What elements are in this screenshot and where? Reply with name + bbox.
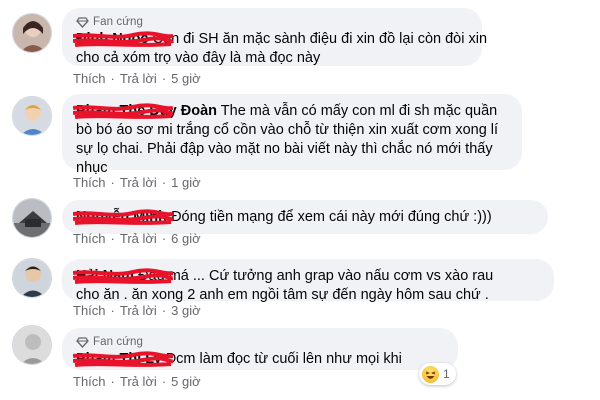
like-action[interactable]: Thích <box>73 231 106 246</box>
comment-line: Nguyễn Minh Đóng tiền mạng để xem cái nà… <box>73 208 534 227</box>
reaction-count-label: 1 <box>443 367 450 381</box>
fan-badge-label: Fan cứng <box>93 16 144 28</box>
like-action[interactable]: Thích <box>73 374 106 389</box>
comment-actions: Thích · Trả lời · 5 giờ <box>73 374 201 389</box>
comment-time[interactable]: 6 giờ <box>171 231 201 246</box>
comment-bubble: Nguyễn Minh Đóng tiền mạng để xem cái nà… <box>62 200 548 234</box>
avatar[interactable] <box>12 198 52 238</box>
comment-line: Hải Nam Đậu má ... Cứ tưởng anh grap vào… <box>73 267 540 286</box>
reply-action[interactable]: Trả lời <box>120 175 157 190</box>
comment-line: bò bó áo sơ mi trắng cổ cồn vào chỗ từ t… <box>76 122 499 138</box>
commenter-name[interactable]: Phạm Thế Duy Đoàn <box>73 102 217 121</box>
comment-time[interactable]: 5 giờ <box>171 71 201 86</box>
commenter-name[interactable]: Đinh Ngọc <box>73 30 173 49</box>
commenter-name[interactable]: Phạm Thị Ly <box>73 350 173 369</box>
diamond-icon <box>76 16 89 28</box>
comment-bubble: Phạm Thế Duy Đoàn The mà vẫn có mấy con … <box>62 94 522 176</box>
comment-time[interactable]: 3 giờ <box>171 303 201 318</box>
redaction-scribble <box>73 209 173 225</box>
comment-actions: Thích · Trả lời · 3 giờ <box>73 303 201 318</box>
avatar[interactable] <box>12 13 52 53</box>
reply-action[interactable]: Trả lời <box>120 374 157 389</box>
comment-time[interactable]: 5 giờ <box>171 374 201 389</box>
like-action[interactable]: Thích <box>73 71 106 86</box>
diamond-icon <box>76 336 89 348</box>
reply-action[interactable]: Trả lời <box>120 231 157 246</box>
comment-actions: Thích · Trả lời · 1 giờ <box>73 175 201 190</box>
comment-bubble: Fan cứng Đinh Ngọc Con đi SH ăn mặc sành… <box>62 8 487 66</box>
comment-time[interactable]: 1 giờ <box>171 175 201 190</box>
fan-badge-label: Fan cứng <box>93 336 144 348</box>
reply-action[interactable]: Trả lời <box>120 71 157 86</box>
avatar[interactable] <box>12 258 52 298</box>
comment-line: sự lọ chai. Phải đập vào mặt no bài viết… <box>76 141 493 157</box>
redaction-scribble <box>73 103 173 119</box>
comment-actions: Thích · Trả lời · 5 giờ <box>73 71 201 86</box>
comment-line: cho cả xóm trọ vào đây là mà đọc này <box>76 50 321 66</box>
redaction-scribble <box>73 31 173 47</box>
comment-actions: Thích · Trả lời · 6 giờ <box>73 231 201 246</box>
fan-badge: Fan cứng <box>76 16 468 28</box>
reaction-count[interactable]: 1 <box>419 363 456 385</box>
comment-line: Đinh Ngọc Con đi SH ăn mặc sành điệu đi … <box>73 30 487 49</box>
comment-bubble: Fan cứng Phạm Thị Ly Dcm làm đọc từ cuối… <box>62 328 458 370</box>
redaction-scribble <box>73 351 173 367</box>
reply-action[interactable]: Trả lời <box>120 303 157 318</box>
like-action[interactable]: Thích <box>73 303 106 318</box>
comment-line: Phạm Thế Duy Đoàn The mà vẫn có mấy con … <box>73 102 508 121</box>
commenter-name[interactable]: Nguyễn Minh <box>73 208 173 227</box>
fan-badge: Fan cứng <box>76 336 444 348</box>
like-action[interactable]: Thích <box>73 175 106 190</box>
comment-bubble: Hải Nam Đậu má ... Cứ tưởng anh grap vào… <box>62 259 554 303</box>
commenter-name[interactable]: Hải Nam <box>73 267 173 286</box>
avatar[interactable] <box>12 325 52 365</box>
comment-line: Phạm Thị Ly Dcm làm đọc từ cuối lên như … <box>73 350 444 369</box>
redaction-scribble <box>73 268 173 284</box>
haha-emoji-icon <box>422 365 439 383</box>
avatar[interactable] <box>12 96 52 136</box>
